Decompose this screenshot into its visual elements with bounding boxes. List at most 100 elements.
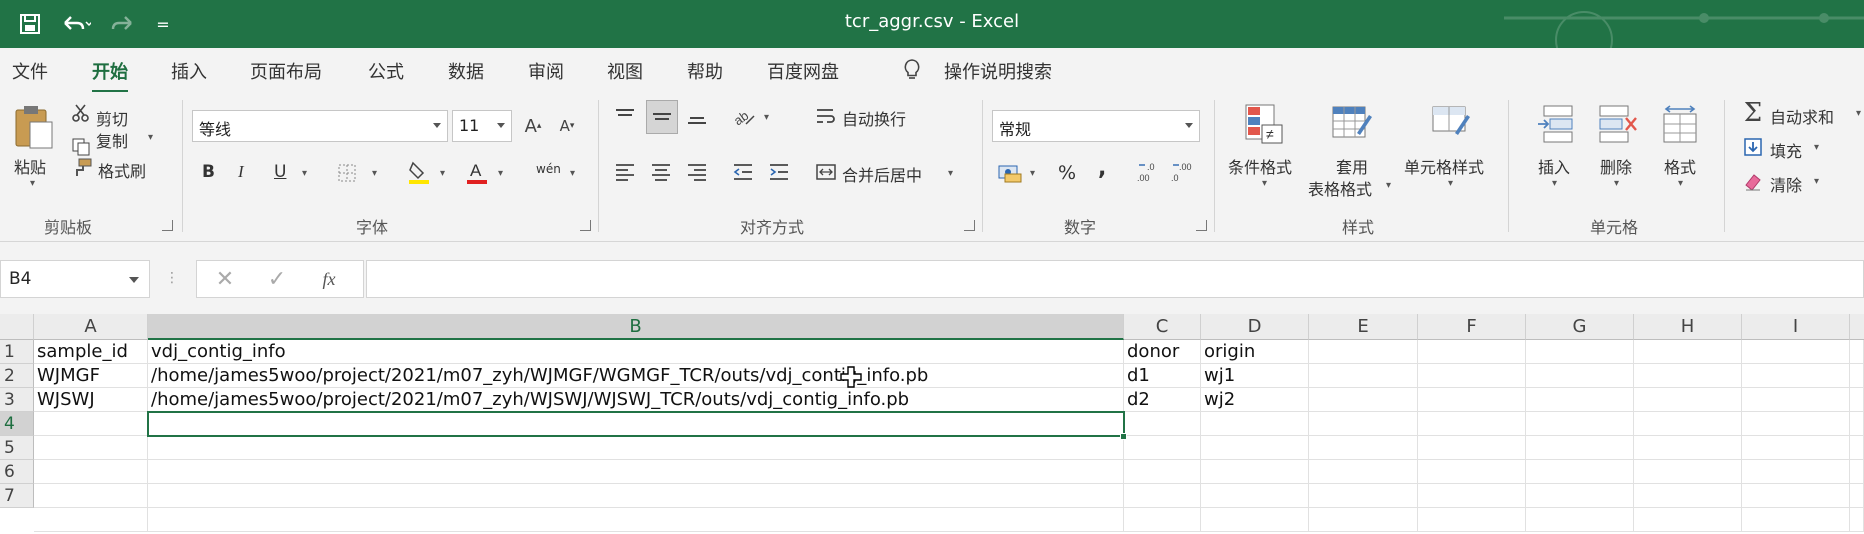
tab-insert[interactable]: 插入 bbox=[171, 58, 207, 84]
delete-cells-button[interactable]: 删除 bbox=[1600, 154, 1632, 178]
empty-cell[interactable] bbox=[1418, 436, 1526, 460]
decrease-font-icon[interactable]: A ▾ bbox=[554, 112, 580, 140]
increase-decimal-icon[interactable]: .00.0 bbox=[1134, 158, 1164, 186]
format-painter-button[interactable]: 格式刷 bbox=[98, 158, 146, 182]
clear-dropdown-icon[interactable]: ▾ bbox=[1814, 176, 1819, 187]
empty-cell[interactable] bbox=[1850, 460, 1864, 484]
orientation-icon[interactable]: ab bbox=[730, 104, 760, 130]
tell-me-search[interactable]: 操作说明搜索 bbox=[944, 58, 1052, 84]
delete-cells-dropdown-icon[interactable]: ▾ bbox=[1614, 178, 1619, 189]
underline-button[interactable]: U bbox=[274, 162, 286, 182]
paste-dropdown-icon[interactable]: ▾ bbox=[30, 178, 35, 189]
tab-formulas[interactable]: 公式 bbox=[368, 58, 404, 84]
insert-cells-icon[interactable] bbox=[1534, 102, 1578, 146]
cell-b2[interactable]: /home/james5woo/project/2021/m07_zyh/WJM… bbox=[148, 364, 1124, 388]
empty-cell[interactable] bbox=[1309, 412, 1418, 436]
decrease-indent-icon[interactable] bbox=[730, 160, 756, 184]
empty-cell[interactable] bbox=[1309, 460, 1418, 484]
autosum-dropdown-icon[interactable]: ▾ bbox=[1856, 108, 1861, 119]
empty-cell[interactable] bbox=[34, 412, 148, 436]
format-cells-icon[interactable] bbox=[1658, 102, 1702, 146]
empty-cell[interactable] bbox=[1526, 460, 1634, 484]
delete-cells-icon[interactable] bbox=[1596, 102, 1640, 146]
format-as-table-icon[interactable] bbox=[1330, 102, 1374, 146]
autosum-button[interactable]: 自动求和 bbox=[1770, 104, 1834, 128]
align-top-icon[interactable] bbox=[612, 104, 638, 130]
tab-baidu-netdisk[interactable]: 百度网盘 bbox=[767, 58, 839, 84]
format-cells-dropdown-icon[interactable]: ▾ bbox=[1678, 178, 1683, 189]
align-right-icon[interactable] bbox=[684, 160, 710, 184]
empty-cell[interactable] bbox=[1124, 460, 1201, 484]
number-format-combo[interactable]: 常规 bbox=[992, 110, 1200, 142]
empty-cell[interactable] bbox=[1201, 436, 1309, 460]
fill-handle[interactable] bbox=[1120, 433, 1127, 440]
cell-c2[interactable]: d1 bbox=[1124, 364, 1201, 388]
align-left-icon[interactable] bbox=[612, 160, 638, 184]
empty-cell[interactable] bbox=[1418, 364, 1526, 388]
column-header-h[interactable]: H bbox=[1634, 314, 1742, 340]
empty-cell[interactable] bbox=[1526, 388, 1634, 412]
empty-cell[interactable] bbox=[1742, 388, 1850, 412]
empty-cell[interactable] bbox=[34, 436, 148, 460]
comma-style-button[interactable]: , bbox=[1098, 156, 1106, 181]
merge-center-button[interactable]: 合并后居中 bbox=[842, 162, 922, 186]
fill-color-icon[interactable] bbox=[406, 158, 432, 186]
paste-button[interactable]: 粘贴 bbox=[14, 154, 46, 178]
copy-button[interactable]: 复制 bbox=[96, 128, 128, 152]
empty-cell[interactable] bbox=[1850, 364, 1864, 388]
empty-cell[interactable] bbox=[1418, 340, 1526, 364]
cancel-formula-icon[interactable]: ✕ bbox=[211, 265, 239, 293]
clear-button[interactable]: 清除 bbox=[1770, 172, 1802, 196]
empty-cell[interactable] bbox=[1634, 364, 1742, 388]
empty-cell[interactable] bbox=[1850, 412, 1864, 436]
empty-cell[interactable] bbox=[1309, 340, 1418, 364]
column-header-j[interactable] bbox=[1850, 314, 1864, 340]
row-header-5[interactable]: 5 bbox=[0, 436, 34, 460]
cell-d1[interactable]: origin bbox=[1201, 340, 1309, 364]
phonetic-dropdown-icon[interactable]: ▾ bbox=[570, 168, 575, 179]
borders-dropdown-icon[interactable]: ▾ bbox=[372, 168, 377, 179]
cell-styles-icon[interactable] bbox=[1430, 102, 1474, 146]
font-color-dropdown-icon[interactable]: ▾ bbox=[498, 168, 503, 179]
cell-styles-dropdown-icon[interactable]: ▾ bbox=[1448, 178, 1453, 189]
empty-cell[interactable] bbox=[1526, 364, 1634, 388]
empty-cell[interactable] bbox=[148, 508, 1124, 532]
orientation-dropdown-icon[interactable]: ▾ bbox=[764, 112, 769, 123]
conditional-dropdown-icon[interactable]: ▾ bbox=[1262, 178, 1267, 189]
empty-cell[interactable] bbox=[1742, 508, 1850, 532]
empty-cell[interactable] bbox=[1742, 436, 1850, 460]
active-cell-b4[interactable] bbox=[147, 411, 1125, 437]
row-header-4[interactable]: 4 bbox=[0, 412, 34, 436]
column-header-c[interactable]: C bbox=[1124, 314, 1201, 340]
empty-cell[interactable] bbox=[1850, 340, 1864, 364]
empty-cell[interactable] bbox=[1850, 484, 1864, 508]
cell-b3[interactable]: /home/james5woo/project/2021/m07_zyh/WJS… bbox=[148, 388, 1124, 412]
empty-cell[interactable] bbox=[1634, 460, 1742, 484]
enter-formula-icon[interactable]: ✓ bbox=[263, 265, 291, 293]
decrease-decimal-icon[interactable]: .0.00 bbox=[1168, 158, 1198, 186]
empty-cell[interactable] bbox=[1850, 388, 1864, 412]
empty-cell[interactable] bbox=[1634, 436, 1742, 460]
conditional-formatting-icon[interactable]: ≠ bbox=[1242, 102, 1286, 146]
insert-cells-dropdown-icon[interactable]: ▾ bbox=[1552, 178, 1557, 189]
empty-cell[interactable] bbox=[1634, 340, 1742, 364]
cell-a3[interactable]: WJSWJ bbox=[34, 388, 148, 412]
empty-cell[interactable] bbox=[34, 508, 148, 532]
row-header-7[interactable]: 7 bbox=[0, 484, 34, 508]
cut-button[interactable]: 剪切 bbox=[96, 106, 128, 130]
column-header-a[interactable]: A bbox=[34, 314, 148, 340]
font-launcher-icon[interactable] bbox=[580, 220, 591, 231]
empty-cell[interactable] bbox=[1850, 436, 1864, 460]
name-box[interactable]: B4 bbox=[0, 260, 150, 298]
fill-dropdown-icon[interactable]: ▾ bbox=[1814, 142, 1819, 153]
font-name-combo[interactable]: 等线 bbox=[192, 110, 448, 142]
empty-cell[interactable] bbox=[1124, 508, 1201, 532]
row-header-2[interactable]: 2 bbox=[0, 364, 34, 388]
format-as-table-button-line1[interactable]: 套用 bbox=[1336, 154, 1368, 178]
underline-dropdown-icon[interactable]: ▾ bbox=[302, 168, 307, 179]
tab-view[interactable]: 视图 bbox=[607, 58, 643, 84]
phonetic-guide-button[interactable]: wén bbox=[536, 162, 561, 176]
italic-button[interactable]: I bbox=[238, 162, 244, 182]
empty-cell[interactable] bbox=[1742, 340, 1850, 364]
customize-quick-access-icon[interactable]: = bbox=[150, 8, 176, 40]
